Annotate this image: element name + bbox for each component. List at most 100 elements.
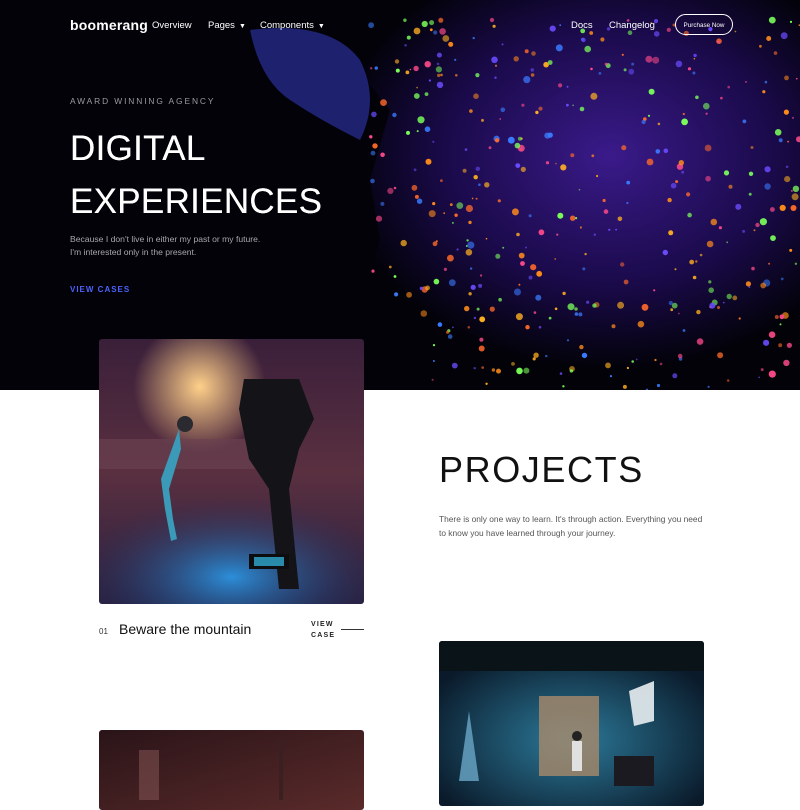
paint-speckle [688, 67, 691, 70]
paint-speckle [683, 113, 685, 115]
paint-speckle [464, 306, 469, 311]
paint-speckle [456, 202, 463, 209]
purchase-now-button[interactable]: Purchase Now [675, 14, 733, 35]
paint-speckle [468, 221, 471, 224]
paint-speckle [775, 129, 782, 136]
paint-speckle [745, 81, 747, 83]
paint-speckle [642, 304, 649, 311]
paint-speckle [780, 323, 782, 325]
paint-speckle [520, 261, 525, 266]
paint-speckle [700, 254, 703, 257]
paint-speckle [437, 74, 440, 77]
paint-speckle [375, 66, 378, 69]
paint-speckle [658, 123, 661, 126]
paint-speckle [420, 287, 423, 290]
paint-speckle [525, 247, 527, 249]
paint-speckle [531, 51, 536, 56]
paint-speckle [478, 284, 482, 288]
paint-speckle [681, 119, 688, 126]
paint-speckle [705, 176, 711, 182]
nav-components-dropdown[interactable]: Components▼ [260, 20, 325, 31]
paint-speckle [533, 353, 538, 358]
paint-speckle [387, 188, 393, 194]
paint-speckle [455, 74, 458, 77]
paint-speckle [395, 59, 399, 63]
view-case-line-1: VIEW [311, 619, 335, 630]
paint-speckle [425, 61, 431, 67]
paint-speckle [401, 240, 407, 246]
paint-speckle [726, 241, 728, 243]
paint-speckle [560, 372, 563, 375]
nav-overview-link[interactable]: Overview [152, 20, 192, 31]
brand-logo[interactable]: boomerang [70, 17, 148, 33]
paint-speckle [769, 331, 776, 338]
paint-speckle [792, 193, 799, 200]
paint-speckle [495, 254, 500, 259]
projects-heading: PROJECTS [439, 449, 644, 491]
paint-speckle [492, 368, 495, 371]
paint-speckle [529, 214, 532, 217]
paint-speckle [678, 313, 680, 315]
paint-speckle [793, 186, 799, 192]
paint-speckle [555, 308, 558, 311]
paint-speckle [406, 292, 412, 298]
paint-speckle [787, 343, 792, 348]
paint-speckle [521, 104, 524, 107]
paint-speckle [774, 51, 778, 55]
paint-speckle [446, 331, 449, 334]
paint-speckle [410, 69, 412, 71]
nav-pages-dropdown[interactable]: Pages▼ [208, 20, 246, 31]
paint-speckle [654, 359, 656, 361]
paint-speckle [727, 294, 732, 299]
paint-speckle [463, 169, 467, 173]
paint-speckle [429, 79, 431, 81]
paint-speckle [636, 359, 638, 361]
paint-speckle [648, 115, 650, 117]
hero-section: boomerang Overview Pages▼ Components▼ Do… [0, 0, 800, 390]
paint-speckle [452, 327, 454, 329]
paint-speckle [495, 65, 497, 67]
project-image-2[interactable] [439, 641, 704, 806]
paint-speckle [479, 346, 485, 352]
paint-speckle [498, 298, 502, 302]
paint-speckle [694, 58, 696, 60]
view-case-link[interactable]: VIEW CASE [311, 619, 335, 641]
paint-speckle [795, 263, 797, 265]
paint-speckle [584, 253, 586, 255]
paint-speckle [370, 179, 375, 184]
project-image-1[interactable] [99, 339, 364, 604]
paint-speckle [792, 117, 794, 119]
project-title[interactable]: Beware the mountain [119, 621, 251, 637]
paint-speckle [605, 63, 608, 66]
paint-speckle [554, 258, 556, 260]
paint-speckle [467, 242, 474, 249]
project-image-3[interactable] [99, 730, 364, 810]
paint-speckle [592, 303, 596, 307]
paint-speckle [484, 182, 489, 187]
paint-speckle [760, 218, 767, 225]
paint-speckle [679, 160, 684, 165]
paint-speckle [389, 266, 392, 269]
paint-speckle [523, 76, 530, 83]
paint-speckle [582, 353, 587, 358]
paint-speckle [548, 133, 553, 138]
hero-eyebrow: AWARD WINNING AGENCY [70, 96, 215, 106]
paint-speckle [433, 241, 438, 246]
nav-docs-link[interactable]: Docs [571, 20, 593, 31]
paint-speckle [421, 310, 428, 317]
paint-speckle [486, 238, 488, 240]
paint-speckle [516, 233, 520, 237]
paint-speckle [568, 303, 575, 310]
paint-speckle [717, 306, 720, 309]
paint-speckle [763, 340, 769, 346]
paint-speckle [572, 105, 574, 107]
paint-speckle [396, 69, 400, 73]
project-photo-interior [99, 730, 364, 810]
paint-speckle [558, 83, 562, 87]
paint-speckle [672, 373, 677, 378]
nav-changelog-link[interactable]: Changelog [609, 20, 655, 31]
paint-speckle [663, 250, 668, 255]
nav-pages-label: Pages [208, 20, 235, 31]
view-cases-link[interactable]: VIEW CASES [70, 285, 130, 294]
paint-speckle [516, 313, 523, 320]
